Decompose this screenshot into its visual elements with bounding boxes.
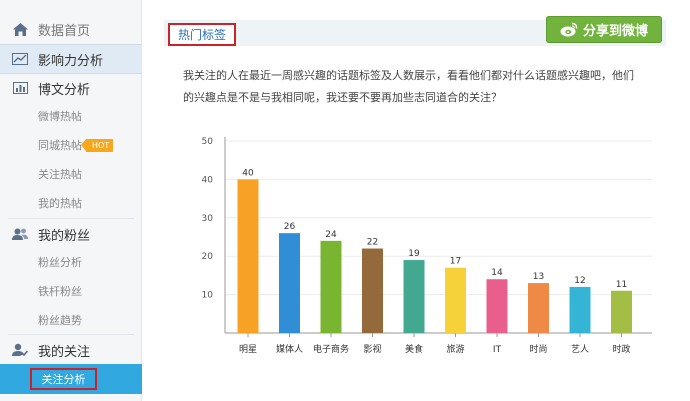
sidebar-item-local-hot-posts[interactable]: 同城热帖 HOT (0, 131, 142, 159)
y-tick-label: 30 (202, 214, 214, 224)
data-label: 26 (284, 222, 296, 232)
section-title[interactable]: 热门标签 (168, 23, 236, 46)
x-tick-label: 媒体人 (276, 343, 303, 355)
sidebar-item-my-fans[interactable]: 我的粉丝 (0, 219, 142, 249)
trend-chart-icon (12, 52, 28, 66)
sidebar-item-label: 影响力分析 (38, 53, 104, 69)
data-label: 11 (616, 280, 627, 290)
bar (611, 290, 632, 333)
sidebar-item-data-home[interactable]: 数据首页 (0, 14, 142, 44)
sidebar-item-my-hot-posts[interactable]: 我的热帖 (0, 189, 142, 217)
bar (569, 286, 591, 333)
sidebar-item-label: 关注热帖 (38, 168, 82, 181)
x-tick-label: 时政 (612, 343, 630, 355)
y-tick-label: 20 (202, 252, 214, 262)
sidebar-item-label: 我的热帖 (38, 197, 82, 210)
data-label: 24 (325, 230, 337, 240)
x-tick-label: 时尚 (529, 343, 547, 355)
sidebar-item-following-hot-posts[interactable]: 关注热帖 (0, 160, 142, 188)
sidebar-item-label: 粉丝分析 (38, 256, 82, 269)
bar-chart-icon (12, 81, 28, 95)
description-line: 的兴趣点是不是与我相同呢，我还要不要再加些志同道合的关注？ (183, 91, 502, 104)
sidebar-item-loyal-fans[interactable]: 铁杆粉丝 (0, 277, 142, 305)
user-follow-icon (12, 343, 28, 357)
data-label: 14 (491, 268, 503, 278)
hot-tags-bar-chart: 10 20 30 40 50 40 明星 26 媒体人 24 电子商务 22 影视 19 美食 17 旅游 14 I… (202, 137, 652, 355)
y-tick-label: 40 (202, 175, 214, 185)
x-tick-label: IT (493, 345, 502, 355)
bar (362, 248, 383, 333)
sidebar-item-label: 铁杆粉丝 (38, 285, 82, 298)
data-label: 22 (367, 238, 378, 248)
y-tick-label: 50 (202, 137, 214, 147)
share-button-label: 分享到微博 (582, 24, 648, 39)
sidebar-item-label: 同城热帖 (38, 139, 82, 152)
x-tick-label: 美食 (405, 343, 423, 355)
x-tick-label: 电子商务 (313, 343, 349, 355)
sidebar: 数据首页 影响力分析 博文分析 微博热帖 同城热帖 HOT 关注热帖 我的热帖 … (0, 0, 142, 401)
sidebar-item-my-following[interactable]: 我的关注 (0, 335, 142, 365)
sidebar-item-label: 粉丝趋势 (38, 314, 82, 327)
data-label: 12 (574, 276, 585, 286)
data-label: 19 (408, 249, 420, 259)
share-to-weibo-button[interactable]: 分享到微博 (546, 16, 662, 43)
bar (445, 267, 466, 333)
bar (279, 233, 300, 333)
x-tick-label: 旅游 (446, 343, 464, 355)
bar (320, 240, 342, 333)
sidebar-item-label: 我的粉丝 (38, 228, 91, 244)
home-icon (12, 22, 28, 36)
sidebar-item-weibo-hot-posts[interactable]: 微博热帖 (0, 102, 142, 130)
users-icon (12, 227, 28, 241)
x-tick-label: 艺人 (571, 344, 589, 355)
y-tick-label: 10 (202, 291, 214, 301)
sidebar-item-label: 我的关注 (38, 344, 91, 360)
weibo-icon (560, 22, 578, 37)
sidebar-item-fan-analysis[interactable]: 粉丝分析 (0, 248, 142, 276)
bar (403, 260, 425, 333)
bar (486, 279, 508, 333)
sidebar-item-label[interactable]: 关注分析 (30, 368, 97, 390)
description: 我关注的人在最近一周感兴趣的话题标签及人数展示，看看他们都对什么话题感兴趣吧，他… (183, 65, 653, 109)
data-label: 40 (242, 168, 254, 178)
x-tick-label: 影视 (363, 343, 381, 355)
description-line: 我关注的人在最近一周感兴趣的话题标签及人数展示，看看他们都对什么话题感兴趣吧，他… (183, 69, 634, 82)
sidebar-item-label: 微博热帖 (38, 110, 82, 123)
sidebar-item-label: 数据首页 (38, 23, 91, 39)
data-label: 17 (450, 257, 461, 267)
sidebar-item-post-analysis[interactable]: 博文分析 (0, 73, 142, 103)
sidebar-item-influence-analysis[interactable]: 影响力分析 (0, 44, 142, 74)
hot-badge: HOT (80, 138, 114, 152)
bar (528, 283, 549, 333)
data-label: 13 (533, 272, 544, 282)
sidebar-item-label: 博文分析 (38, 82, 91, 98)
bar (237, 179, 259, 333)
sidebar-item-fan-trend[interactable]: 粉丝趋势 (0, 306, 142, 334)
x-tick-label: 明星 (239, 344, 257, 355)
